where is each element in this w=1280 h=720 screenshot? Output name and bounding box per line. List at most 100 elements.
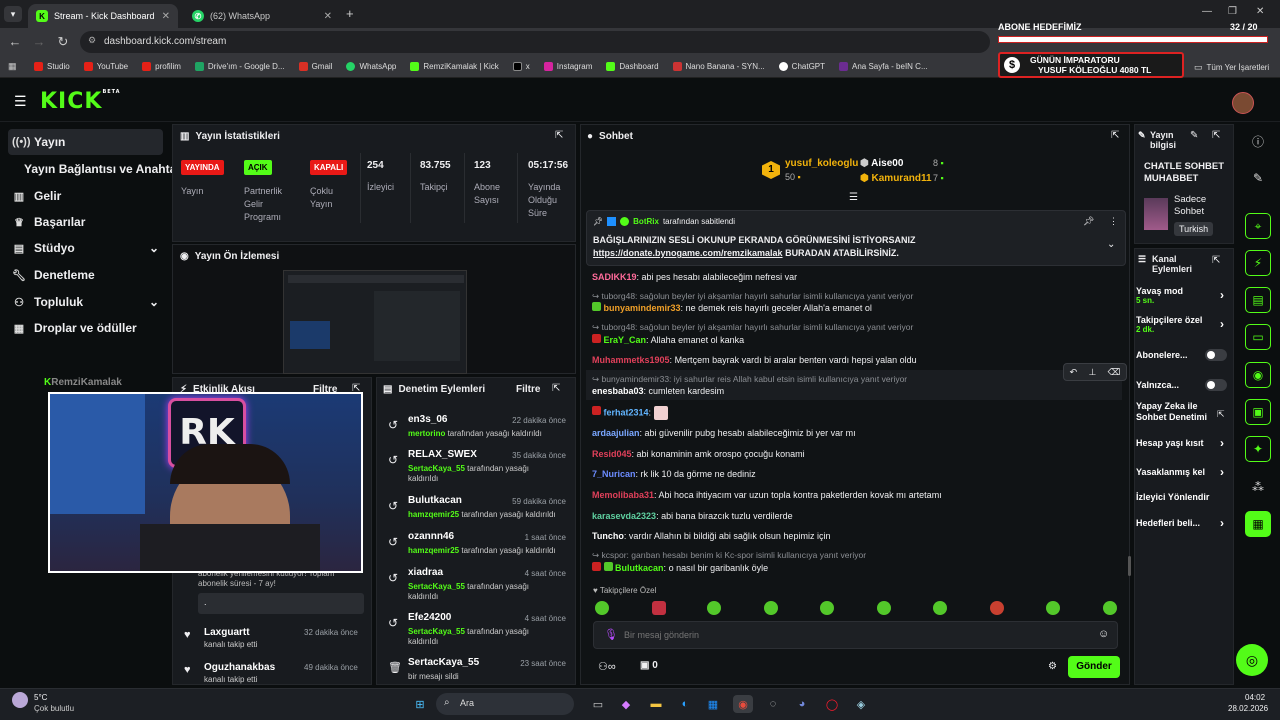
- bookmark-whatsapp[interactable]: WhatsApp: [346, 62, 396, 71]
- stream-category[interactable]: Sadece Sohbet: [1174, 194, 1230, 218]
- mod-target-user[interactable]: Bulutkacan: [408, 495, 462, 506]
- mod-target-user[interactable]: xiadraa: [408, 567, 443, 578]
- chrome-icon[interactable]: ◉: [733, 695, 753, 713]
- action-slow-mode[interactable]: Yavaş mod 5 sn. ›: [1136, 286, 1236, 305]
- chat-username[interactable]: 7_Nurican: [592, 469, 636, 479]
- action-followers-only[interactable]: Takipçilere özel 2 dk. ›: [1136, 315, 1236, 334]
- bookmark-profilim[interactable]: profilim: [142, 62, 181, 71]
- mod-actor[interactable]: mertorino: [408, 429, 445, 438]
- sidebar-item-denetleme[interactable]: 🔧︎ Denetleme: [8, 262, 163, 288]
- chat-username[interactable]: SADIKK19: [592, 272, 637, 282]
- emote[interactable]: [652, 601, 666, 615]
- emote-tab[interactable]: ♥ Takipçilere Özel: [593, 586, 656, 595]
- forward-icon[interactable]: →: [30, 34, 48, 49]
- site-info-icon[interactable]: ⚙: [88, 35, 96, 46]
- chat-username[interactable]: Muhammetks1905: [592, 355, 670, 365]
- lightning-icon[interactable]: ⚡︎: [1245, 250, 1271, 276]
- category-thumbnail[interactable]: [1144, 198, 1168, 230]
- emote[interactable]: [707, 601, 721, 615]
- bookmark-youtube[interactable]: YouTube: [83, 62, 128, 71]
- app-icon[interactable]: ▦: [1245, 511, 1271, 537]
- clock-date[interactable]: 28.02.2026: [1228, 704, 1268, 713]
- second-gifter[interactable]: ⬢ Aise00: [860, 158, 903, 169]
- mod-target-user[interactable]: ozannn46: [408, 531, 454, 542]
- action-ai-moderation[interactable]: Yapay Zeka ile Sohbet Denetimi: [1136, 401, 1212, 423]
- send-button[interactable]: Gönder: [1068, 656, 1120, 678]
- chevron-down-icon[interactable]: ⌄: [1107, 239, 1115, 250]
- stream-preview-video[interactable]: [283, 270, 467, 374]
- wrench-icon[interactable]: ✦: [1245, 436, 1271, 462]
- url-field[interactable]: ⚙ dashboard.kick.com/stream: [80, 31, 990, 53]
- taskbar-search[interactable]: ⌕ Ara: [436, 693, 574, 715]
- trash-icon[interactable]: ⌫: [1108, 367, 1121, 378]
- action-set-goals[interactable]: Hedefleri beli... ›: [1136, 516, 1236, 530]
- bookmark-gmail[interactable]: Gmail: [298, 62, 332, 71]
- clipboard-icon[interactable]: ▣: [1245, 399, 1271, 425]
- sidebar-item-studyo[interactable]: ▤ Stüdyo ⌄: [8, 235, 163, 261]
- emote[interactable]: [820, 601, 834, 615]
- all-bookmarks[interactable]: ▭ Tüm Yer İşaretleri: [1194, 62, 1269, 73]
- bookmark-chatgpt[interactable]: ChatGPT: [778, 62, 825, 71]
- menu-icon[interactable]: ☰: [14, 93, 27, 110]
- mod-actor[interactable]: SertacKaya_55: [408, 627, 465, 636]
- pinned-by-user[interactable]: BotRix: [633, 217, 659, 226]
- copilot-icon[interactable]: ◆: [616, 695, 636, 713]
- bookmark-drive[interactable]: Drive'ım - Google D...: [194, 62, 285, 71]
- chat-input[interactable]: [624, 626, 1084, 644]
- pen-icon[interactable]: ✎: [1245, 165, 1271, 191]
- weather-desc[interactable]: Çok bulutlu: [34, 704, 74, 713]
- mod-actor[interactable]: hamzqemir25: [408, 546, 459, 555]
- minimize-icon[interactable]: —: [1202, 6, 1212, 17]
- new-tab-button[interactable]: +: [346, 6, 354, 21]
- bookmark-x[interactable]: x: [512, 62, 530, 71]
- chat-scrollbar[interactable]: [1128, 556, 1131, 576]
- support-chat-icon[interactable]: ◎: [1236, 644, 1268, 676]
- obs-icon[interactable]: ◈: [851, 695, 871, 713]
- popout-icon[interactable]: ⇱: [1212, 130, 1220, 141]
- emote[interactable]: [990, 601, 1004, 615]
- action-account-age[interactable]: Hesap yaşı kısıt ›: [1136, 436, 1236, 450]
- activity-user[interactable]: Laxguartt: [204, 627, 250, 638]
- mod-target-user[interactable]: Efe24200: [408, 612, 451, 623]
- action-raid[interactable]: İzleyici Yönlendir: [1136, 492, 1236, 502]
- sidebar-item-gelir[interactable]: ▥ Gelir: [8, 183, 163, 209]
- bookmark-studio[interactable]: Studio: [34, 62, 70, 71]
- popout-icon[interactable]: ⇱: [1111, 130, 1119, 141]
- chat-username[interactable]: Resid045: [592, 449, 632, 459]
- unpin-icon[interactable]: 📌︎: [1083, 216, 1094, 227]
- edge-icon[interactable]: ◐: [675, 695, 695, 713]
- chat-username[interactable]: EraY_Can: [604, 335, 647, 345]
- bookmark-dashboard[interactable]: Dashboard: [606, 62, 659, 71]
- close-window-icon[interactable]: ✕: [1256, 6, 1264, 17]
- sidebar-item-topluluk[interactable]: ⚇ Topluluk ⌄: [8, 289, 163, 315]
- popout-icon[interactable]: ⇱: [552, 383, 560, 394]
- bookmark-kick[interactable]: RemziKamalak | Kick: [410, 62, 499, 71]
- more-options-icon[interactable]: ⋮: [1109, 216, 1118, 227]
- activity-user[interactable]: Oguzhanakbas: [204, 662, 275, 673]
- emoji-icon[interactable]: ☺: [1098, 628, 1109, 640]
- bookmark-bein[interactable]: Ana Sayfa - beIN C...: [839, 62, 928, 71]
- store-icon[interactable]: ▦: [703, 695, 723, 713]
- tab-kick-dashboard[interactable]: K Stream - Kick Dashboard ✕: [28, 4, 178, 28]
- emote[interactable]: [595, 601, 609, 615]
- community-infinity-icon[interactable]: ⚇∞: [598, 660, 616, 673]
- popout-icon[interactable]: ⇱: [1212, 255, 1220, 266]
- reply-icon[interactable]: ↶: [1070, 367, 1078, 378]
- sidebar-item-yayin[interactable]: ((•)) Yayın: [8, 129, 163, 155]
- emote[interactable]: [764, 601, 778, 615]
- bookmark-nano-banana[interactable]: Nano Banana - SYN...: [672, 62, 765, 71]
- collapse-icon[interactable]: ☰: [849, 192, 858, 203]
- maximize-icon[interactable]: ❐: [1228, 6, 1237, 17]
- popout-icon[interactable]: ⇱: [555, 130, 563, 141]
- task-view-icon[interactable]: ▭: [588, 695, 608, 713]
- sidebar-item-droplar[interactable]: ▦ Droplar ve ödüller: [8, 315, 163, 341]
- emote[interactable]: [933, 601, 947, 615]
- chat-username[interactable]: Tuncho: [592, 531, 624, 541]
- kick-logo[interactable]: KICKBETA: [40, 89, 121, 114]
- document-icon[interactable]: ▤: [1245, 287, 1271, 313]
- mod-target-user[interactable]: en3s_06: [408, 414, 447, 425]
- moderation-filter-button[interactable]: Filtre: [516, 384, 540, 395]
- sidebar-item-basarilar[interactable]: ♛ Başarılar: [8, 209, 163, 235]
- file-explorer-icon[interactable]: ▬: [646, 695, 666, 713]
- chat-bubble-icon[interactable]: ▭: [1245, 324, 1271, 350]
